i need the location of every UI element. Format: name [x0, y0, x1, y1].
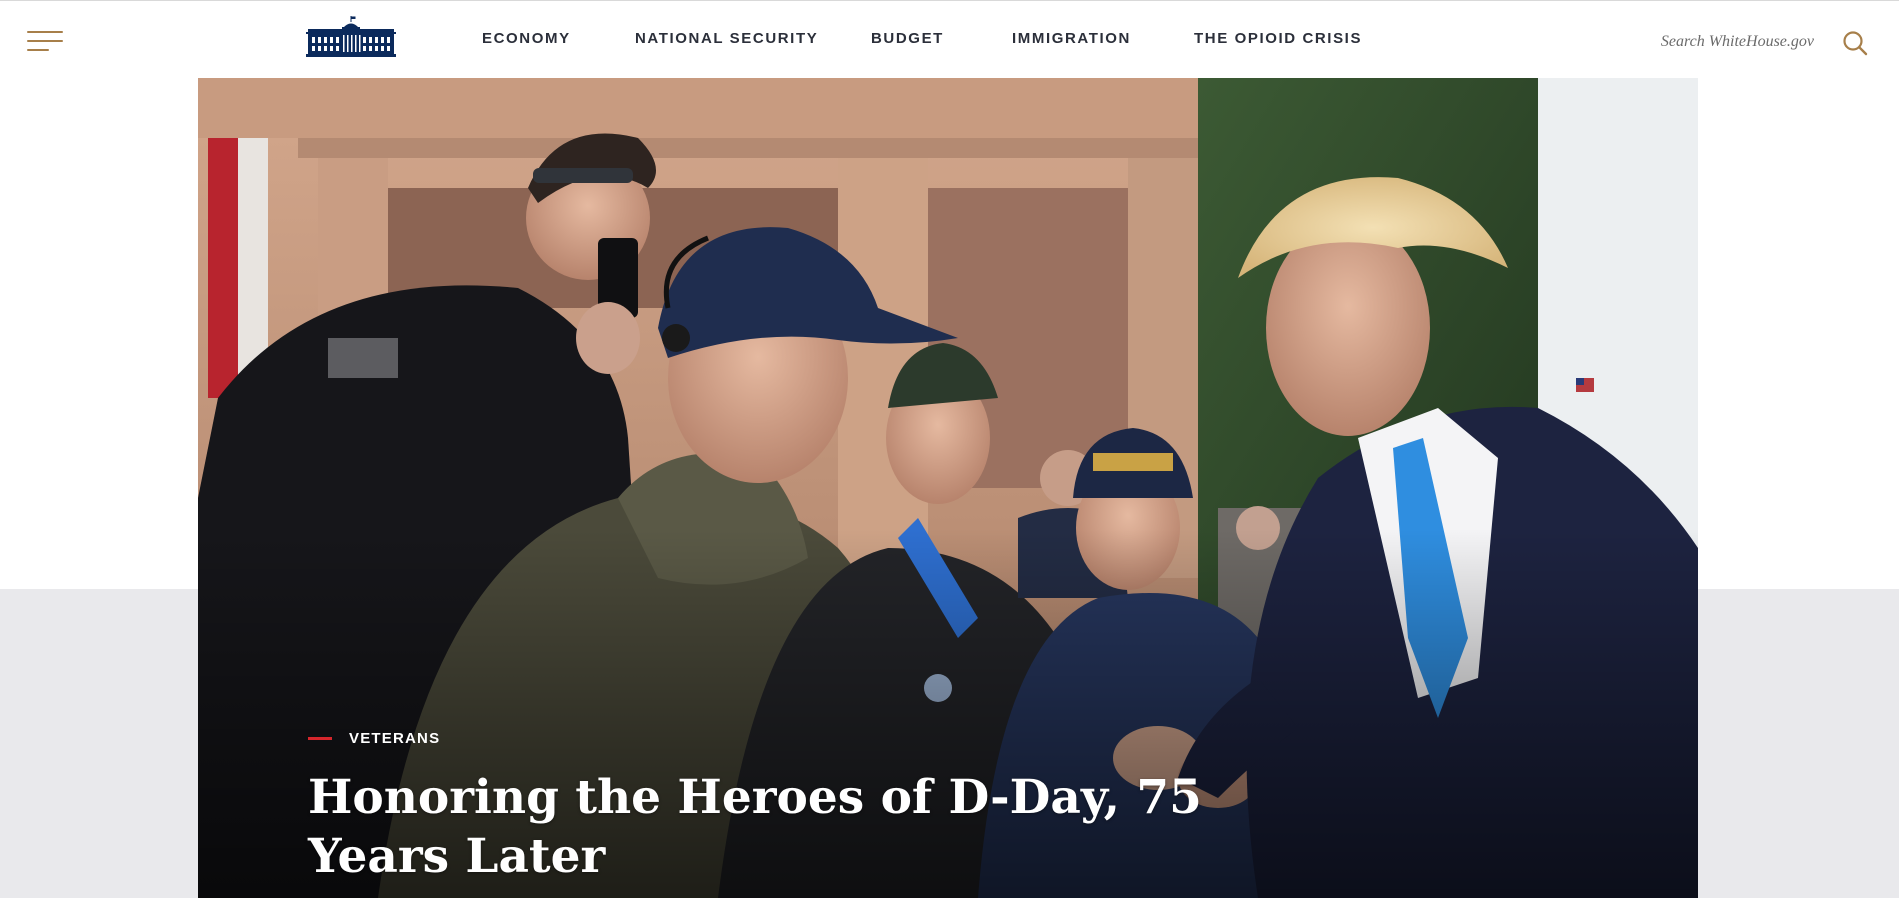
white-house-logo[interactable] — [306, 16, 396, 58]
category-label: VETERANS — [349, 729, 441, 747]
hamburger-line — [27, 49, 49, 51]
nav-item-immigration[interactable]: IMMIGRATION — [1012, 30, 1131, 47]
nav-item-opioid-crisis[interactable]: THE OPIOID CRISIS — [1194, 30, 1362, 47]
site-header: ECONOMY NATIONAL SECURITY BUDGET IMMIGRA… — [0, 0, 1899, 78]
hero-feature[interactable]: VETERANS Honoring the Heroes of D-Day, 7… — [198, 78, 1698, 898]
hero-title-link[interactable]: Honoring the Heroes of D-Day, 75 Years L… — [308, 768, 1268, 886]
nav-item-national-security[interactable]: NATIONAL SECURITY — [635, 30, 818, 47]
nav-item-economy[interactable]: ECONOMY — [482, 30, 571, 47]
hamburger-menu-icon — [27, 31, 63, 33]
nav-item-budget[interactable]: BUDGET — [871, 30, 944, 47]
category-tag[interactable]: VETERANS — [308, 728, 1308, 748]
white-house-logo-icon — [306, 16, 396, 57]
hamburger-line — [27, 40, 63, 42]
search-input[interactable] — [1560, 27, 1818, 57]
menu-toggle-button[interactable] — [27, 29, 65, 55]
category-dash — [308, 736, 332, 740]
page: ECONOMY NATIONAL SECURITY BUDGET IMMIGRA… — [0, 0, 1899, 898]
search-icon[interactable] — [1842, 30, 1868, 56]
search-area — [1560, 27, 1870, 57]
hero-caption: VETERANS Honoring the Heroes of D-Day, 7… — [308, 728, 1308, 886]
